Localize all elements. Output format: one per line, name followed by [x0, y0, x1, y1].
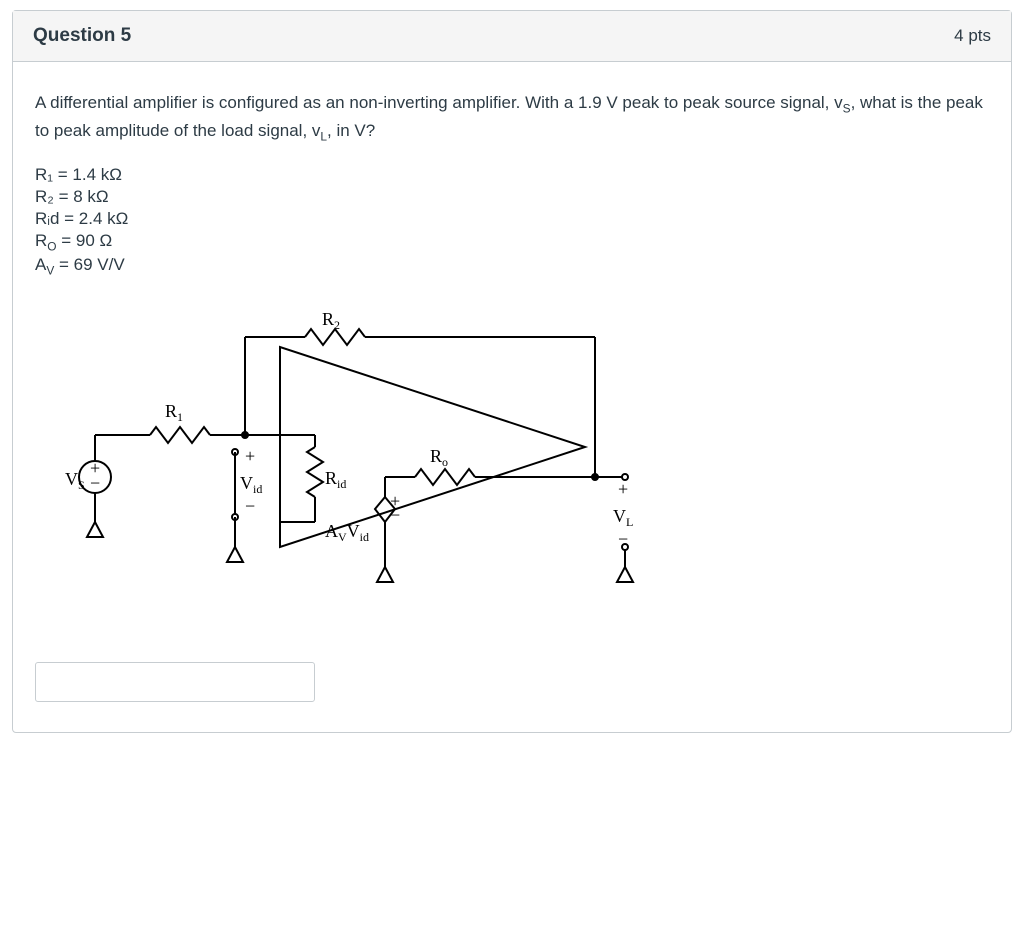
circuit-diagram: VS + − R1 R2 + Vid − Rid Ro AVVid + − — [35, 287, 989, 622]
label-ro: Ro — [430, 446, 448, 469]
vl-plus: + — [618, 479, 628, 499]
vid-plus: + — [245, 446, 255, 466]
avvid-minus: − — [390, 505, 400, 525]
question-header: Question 5 4 pts — [13, 11, 1011, 62]
prompt-part3: , in V? — [327, 121, 375, 140]
answer-input[interactable] — [35, 662, 315, 702]
label-vl: VL — [613, 506, 633, 529]
question-body: A differential amplifier is configured a… — [13, 62, 1011, 732]
param-rid: Rᵢd = 2.4 kΩ — [35, 209, 989, 229]
label-vid: Vid — [240, 473, 262, 496]
label-rid: Rid — [325, 468, 346, 491]
label-vs: VS — [65, 469, 85, 492]
param-ro: RO = 90 Ω — [35, 231, 989, 253]
label-avvid: AVVid — [325, 521, 369, 544]
question-points: 4 pts — [954, 26, 991, 46]
param-r2: R₂ = 8 kΩ — [35, 187, 989, 207]
vs-minus: − — [90, 473, 100, 493]
prompt-part1: A differential amplifier is configured a… — [35, 93, 843, 112]
vid-minus: − — [245, 496, 255, 516]
parameter-list: R₁ = 1.4 kΩ R₂ = 8 kΩ Rᵢd = 2.4 kΩ RO = … — [35, 165, 989, 278]
param-r1: R₁ = 1.4 kΩ — [35, 165, 989, 185]
question-card: Question 5 4 pts A differential amplifie… — [12, 10, 1012, 733]
question-prompt: A differential amplifier is configured a… — [35, 90, 989, 147]
prompt-sub1: S — [843, 101, 851, 115]
param-av: AV = 69 V/V — [35, 255, 989, 277]
vl-minus: − — [618, 529, 628, 549]
question-title: Question 5 — [33, 25, 131, 47]
label-r1: R1 — [165, 401, 183, 424]
label-r2: R2 — [322, 309, 340, 332]
